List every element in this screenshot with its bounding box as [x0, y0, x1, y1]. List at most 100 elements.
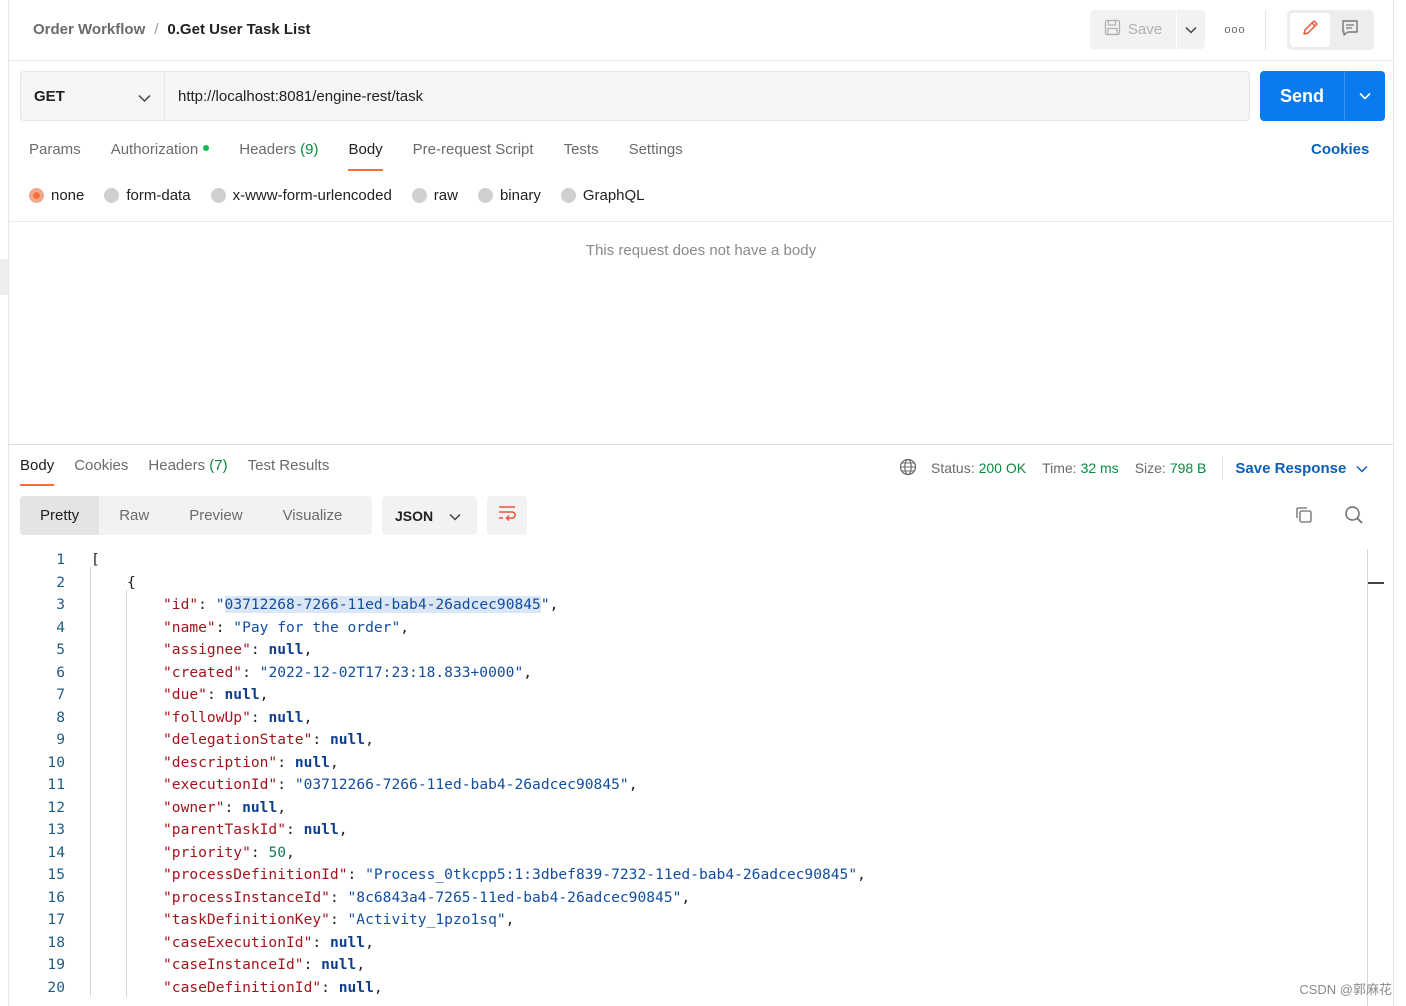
response-tab-test-results[interactable]: Test Results	[248, 457, 330, 486]
tab-prerequest-script[interactable]: Pre-request Script	[413, 141, 534, 171]
view-mode-toggle	[1287, 10, 1374, 50]
json-key: "taskDefinitionKey"	[163, 911, 330, 928]
json-comma: ,	[303, 708, 313, 726]
code-text: "name": "Pay for the order",	[163, 617, 409, 640]
json-colon: :	[224, 798, 243, 816]
json-value: null	[338, 978, 374, 996]
line-number: 11	[47, 776, 65, 793]
json-colon: :	[303, 956, 322, 973]
code-line: 1[	[9, 549, 1359, 572]
floppy-disk-icon	[1104, 19, 1121, 40]
breadcrumb: Order Workflow / 0.Get User Task List	[33, 21, 311, 38]
body-type-graphql[interactable]: GraphQL	[560, 187, 645, 204]
breadcrumb-collection[interactable]: Order Workflow	[33, 21, 145, 38]
save-options-caret[interactable]	[1176, 10, 1205, 49]
radio-unselected[interactable]	[411, 188, 427, 203]
json-comma: ,	[303, 641, 313, 658]
comment-icon	[1340, 18, 1360, 43]
size-label: Size:	[1134, 460, 1166, 476]
body-type-raw[interactable]: raw	[411, 187, 458, 204]
response-body-editor[interactable]: 1[2{3 "id": "03712268-7266-11ed-bab4-26ad…	[9, 549, 1369, 1006]
time-value[interactable]: 32 ms	[1081, 460, 1119, 476]
search-icon[interactable]	[1344, 505, 1364, 530]
json-comma: ,	[857, 866, 866, 883]
code-text: "caseDefinitionId": null,	[163, 977, 383, 1000]
line-number: 19	[47, 956, 65, 973]
body-type-binary[interactable]: binary	[477, 187, 541, 204]
request-tabs: Params Authorization Headers (9) Body Pr…	[29, 141, 713, 171]
cookies-link[interactable]: Cookies	[1311, 141, 1369, 158]
view-pretty-button[interactable]: Pretty	[20, 496, 100, 535]
code-line: 2{	[9, 572, 1359, 595]
body-type-graphql-label: GraphQL	[582, 187, 645, 204]
globe-icon[interactable]	[899, 458, 917, 479]
http-method-value: GET	[34, 87, 65, 105]
save-label: Save	[1127, 21, 1163, 38]
code-text: {	[127, 572, 136, 595]
code-line: 12 "owner": null,	[9, 797, 1359, 820]
radio-unselected[interactable]	[560, 188, 576, 203]
json-colon: :	[286, 821, 304, 838]
radio-unselected[interactable]	[104, 188, 120, 203]
url-input[interactable]: http://localhost:8081/engine-rest/task	[165, 71, 1250, 121]
body-type-urlencoded[interactable]: x-www-form-urlencoded	[210, 187, 392, 204]
code-text: "owner": null,	[163, 797, 286, 820]
status-value[interactable]: 200 OK	[979, 460, 1026, 476]
json-key: "followUp"	[163, 708, 251, 726]
response-pane-divider[interactable]	[9, 444, 1393, 445]
line-number: 6	[56, 663, 65, 681]
header-divider	[1265, 10, 1266, 50]
json-comma: ,	[373, 978, 383, 996]
response-format-select[interactable]: JSON	[382, 496, 477, 535]
send-options-caret[interactable]	[1344, 71, 1385, 121]
view-preview-button[interactable]: Preview	[169, 496, 262, 535]
tab-settings[interactable]: Settings	[629, 141, 683, 171]
radio-unselected[interactable]	[210, 188, 226, 203]
more-actions-button[interactable]: ooo	[1222, 18, 1248, 42]
response-view-switcher: Pretty Raw Preview Visualize	[20, 496, 372, 535]
code-text: "due": null,	[163, 684, 268, 707]
line-number: 9	[56, 731, 65, 748]
radio-unselected[interactable]	[477, 188, 493, 203]
http-method-select[interactable]: GET	[20, 71, 165, 121]
json-punctuation: {	[127, 573, 136, 591]
radio-selected[interactable]	[29, 188, 44, 203]
view-visualize-button[interactable]: Visualize	[263, 496, 363, 535]
editor-scrollbar[interactable]	[1367, 549, 1368, 1006]
json-value: null	[268, 641, 304, 658]
indent-guide	[126, 590, 127, 997]
documentation-mode-button[interactable]	[1330, 13, 1370, 47]
json-comma: ,	[356, 956, 366, 973]
save-button[interactable]: Save	[1090, 10, 1176, 49]
save-response-button[interactable]: Save Response	[1235, 460, 1368, 477]
tab-authorization[interactable]: Authorization	[111, 141, 210, 171]
json-colon: :	[206, 686, 225, 703]
tab-body[interactable]: Body	[348, 141, 383, 171]
view-raw-button[interactable]: Raw	[99, 496, 169, 535]
edit-mode-button[interactable]	[1290, 13, 1330, 47]
response-tab-cookies[interactable]: Cookies	[74, 457, 128, 486]
request-name[interactable]: 0.Get User Task List	[167, 21, 310, 38]
json-key: "assignee"	[163, 641, 251, 658]
body-type-form-data[interactable]: form-data	[104, 187, 191, 204]
body-type-form-data-label: form-data	[126, 187, 191, 204]
tab-headers[interactable]: Headers (9)	[239, 141, 318, 171]
code-text: "created": "2022-12-02T17:23:18.833+0000…	[163, 662, 532, 685]
tab-tests[interactable]: Tests	[564, 141, 599, 171]
tab-params[interactable]: Params	[29, 141, 81, 171]
wrap-lines-icon	[497, 504, 517, 527]
json-key: "description"	[163, 753, 278, 771]
response-tab-headers[interactable]: Headers (7)	[148, 457, 227, 486]
size-value[interactable]: 798 B	[1170, 460, 1207, 476]
empty-body-message: This request does not have a body	[585, 242, 817, 259]
send-button[interactable]: Send	[1260, 71, 1344, 121]
json-colon: :	[215, 618, 234, 636]
wrap-lines-button[interactable]	[487, 496, 527, 535]
line-number: 4	[56, 618, 65, 636]
body-type-none[interactable]: none	[29, 187, 84, 204]
copy-icon[interactable]	[1294, 505, 1314, 530]
json-value-selected[interactable]: 03712268-7266-11ed-bab4-26adcec90845	[224, 596, 541, 613]
response-tab-body[interactable]: Body	[20, 457, 55, 486]
code-text: "id": "03712268-7266-11ed-bab4-26adcec90…	[163, 594, 558, 617]
line-number: 20	[47, 978, 65, 996]
